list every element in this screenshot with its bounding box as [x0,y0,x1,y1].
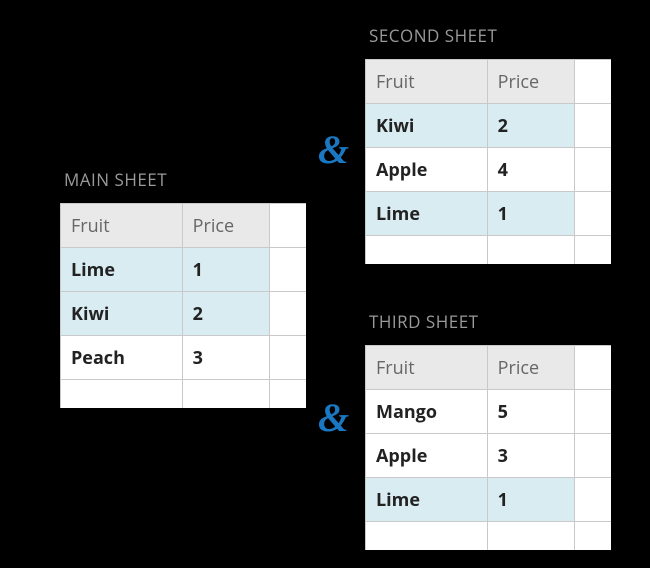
grid-stub [574,60,611,104]
second-sheet-block: SECOND SHEET Fruit Price Kiwi 2 Apple 4 … [365,24,611,264]
cell-price: 3 [182,336,269,380]
main-sheet-block: MAIN SHEET Fruit Price Lime 1 Kiwi 2 Pea… [60,168,306,408]
table-header-row: Fruit Price [366,346,612,390]
table-row: Apple 3 [366,434,612,478]
grid-tail-row [366,522,612,550]
third-sheet-table: Fruit Price Mango 5 Apple 3 Lime 1 [365,345,611,550]
grid-stub [574,104,611,148]
second-sheet-table: Fruit Price Kiwi 2 Apple 4 Lime 1 [365,59,611,264]
table-row: Lime 1 [366,192,612,236]
ampersand-connector: & [318,398,349,438]
grid-stub [574,236,611,264]
table-row: Mango 5 [366,390,612,434]
grid-stub [574,346,611,390]
table-row: Kiwi 2 [366,104,612,148]
grid-tail-row [366,236,612,264]
cell-price: 2 [182,292,269,336]
grid-stub [269,204,306,248]
grid-stub [574,434,611,478]
grid-stub [574,478,611,522]
ampersand-connector: & [318,130,349,170]
cell-fruit: Mango [366,390,488,434]
table-row: Apple 4 [366,148,612,192]
grid-stub [61,380,183,408]
grid-stub [574,192,611,236]
col-header-price: Price [487,346,574,390]
table-row: Kiwi 2 [61,292,307,336]
grid-stub [487,236,574,264]
second-sheet-title: SECOND SHEET [365,24,611,59]
cell-price: 1 [487,192,574,236]
col-header-price: Price [487,60,574,104]
cell-price: 1 [182,248,269,292]
grid-stub [366,236,488,264]
grid-stub [269,292,306,336]
grid-stub [269,336,306,380]
table-row: Lime 1 [61,248,307,292]
cell-fruit: Kiwi [366,104,488,148]
grid-stub [574,390,611,434]
col-header-price: Price [182,204,269,248]
table-header-row: Fruit Price [366,60,612,104]
col-header-fruit: Fruit [366,60,488,104]
cell-fruit: Peach [61,336,183,380]
cell-fruit: Apple [366,148,488,192]
cell-fruit: Lime [366,192,488,236]
cell-fruit: Apple [366,434,488,478]
cell-price: 1 [487,478,574,522]
grid-stub [366,522,488,550]
grid-stub [574,148,611,192]
cell-price: 4 [487,148,574,192]
third-sheet-block: THIRD SHEET Fruit Price Mango 5 Apple 3 … [365,310,611,550]
col-header-fruit: Fruit [61,204,183,248]
grid-stub [574,522,611,550]
cell-price: 3 [487,434,574,478]
cell-fruit: Lime [366,478,488,522]
cell-price: 2 [487,104,574,148]
table-row: Lime 1 [366,478,612,522]
cell-price: 5 [487,390,574,434]
grid-tail-row [61,380,307,408]
main-sheet-table: Fruit Price Lime 1 Kiwi 2 Peach 3 [60,203,306,408]
grid-stub [487,522,574,550]
grid-stub [182,380,269,408]
grid-stub [269,248,306,292]
table-header-row: Fruit Price [61,204,307,248]
cell-fruit: Lime [61,248,183,292]
cell-fruit: Kiwi [61,292,183,336]
grid-stub [269,380,306,408]
table-row: Peach 3 [61,336,307,380]
main-sheet-title: MAIN SHEET [60,168,306,203]
col-header-fruit: Fruit [366,346,488,390]
third-sheet-title: THIRD SHEET [365,310,611,345]
